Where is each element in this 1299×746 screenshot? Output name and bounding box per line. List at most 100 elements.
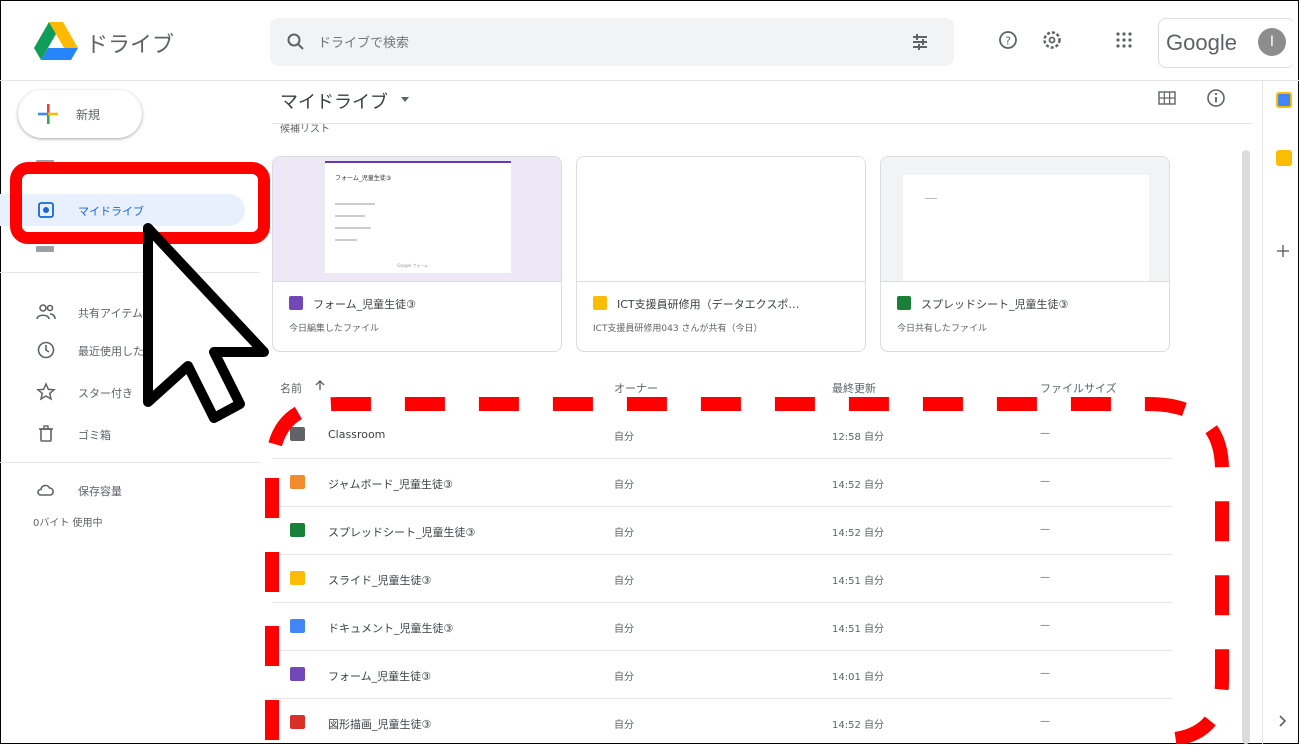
form-preview-line — [335, 203, 375, 205]
file-modified: 14:51 自分 — [832, 576, 884, 587]
file-modified: 12:58 自分 — [832, 432, 884, 443]
side-panel-divider — [1262, 80, 1263, 744]
avatar[interactable]: I — [1258, 28, 1286, 56]
sidebar-item-starred[interactable]: スター付き — [0, 376, 250, 408]
form-preview-line — [335, 215, 365, 217]
drawings-icon — [290, 715, 305, 729]
storage-usage: 0バイト 使用中 — [33, 518, 103, 529]
file-modified: 14:52 自分 — [832, 720, 884, 731]
search-icon[interactable] — [286, 32, 306, 52]
page-title[interactable]: マイドライブ — [280, 88, 388, 114]
card-subtitle: 今日共有したファイル — [897, 324, 988, 334]
card-title: フォーム_児童生徒③ — [313, 298, 417, 311]
help-icon[interactable]: ? — [998, 30, 1018, 50]
search-options-icon[interactable] — [910, 32, 930, 52]
sidebar-divider — [0, 272, 260, 273]
slides-icon — [593, 296, 607, 310]
file-name: フォーム_児童生徒③ — [328, 670, 432, 683]
suggested-card[interactable]: フォーム_児童生徒③ Google フォーム フォーム_児童生徒③ 今日編集した… — [272, 156, 562, 352]
table-row[interactable]: フォーム_児童生徒③ 自分 14:01 自分 — — [272, 650, 1172, 699]
add-addon-icon[interactable] — [1276, 244, 1290, 258]
sidebar-item-label: スター付き — [78, 387, 133, 400]
jamboard-icon — [290, 475, 305, 489]
folder-icon — [290, 427, 305, 441]
info-icon[interactable] — [1206, 88, 1226, 108]
sort-arrow-up-icon[interactable] — [314, 379, 326, 391]
grid-view-icon[interactable] — [1158, 90, 1176, 106]
sheet-preview: ―― — [903, 175, 1149, 281]
sidebar-item-trash[interactable]: ゴミ箱 — [0, 418, 250, 450]
file-size: — — [1040, 716, 1050, 727]
google-wordmark: Google — [1166, 30, 1237, 55]
forms-icon — [290, 667, 305, 681]
file-owner: 自分 — [614, 432, 634, 443]
file-modified: 14:52 自分 — [832, 480, 884, 491]
file-name: Classroom — [328, 428, 386, 441]
sidebar-item-recent[interactable]: 最近使用したアイテム — [0, 334, 250, 366]
card-thumbnail: ―― — [881, 157, 1169, 282]
chevron-down-icon[interactable] — [400, 96, 410, 104]
file-name: ドキュメント_児童生徒③ — [328, 622, 454, 635]
apps-grid-icon[interactable] — [1114, 30, 1134, 50]
card-thumbnail: フォーム_児童生徒③ Google フォーム — [273, 157, 561, 282]
column-header-modified[interactable]: 最終更新 — [832, 380, 876, 396]
search-bar[interactable] — [270, 18, 954, 66]
sidebar-item-storage[interactable]: 保存容量 — [0, 474, 250, 506]
suggested-card[interactable]: ―― スプレッドシート_児童生徒③ 今日共有したファイル — [880, 156, 1170, 352]
file-size: — — [1040, 524, 1050, 535]
new-button-label: 新規 — [76, 108, 101, 122]
card-title: スプレッドシート_児童生徒③ — [921, 298, 1069, 311]
table-row[interactable]: ジャムボード_児童生徒③ 自分 14:52 自分 — — [272, 458, 1172, 507]
scrollbar[interactable] — [1242, 150, 1250, 744]
column-header-owner[interactable]: オーナー — [614, 380, 658, 396]
file-name: スライド_児童生徒③ — [328, 574, 432, 587]
header-divider — [272, 123, 1252, 124]
sidebar-item-computers[interactable] — [0, 238, 250, 260]
table-row[interactable]: スライド_児童生徒③ 自分 14:51 自分 — — [272, 554, 1172, 603]
trash-icon — [39, 425, 53, 442]
table-row[interactable]: スプレッドシート_児童生徒③ 自分 14:52 自分 — — [272, 506, 1172, 555]
sheets-icon — [290, 523, 305, 537]
sidebar-item-label: ゴミ箱 — [78, 429, 111, 442]
new-button[interactable]: 新規 — [18, 90, 142, 138]
settings-icon[interactable] — [1042, 30, 1062, 50]
recent-icon — [37, 341, 55, 359]
file-owner: 自分 — [614, 528, 634, 539]
card-subtitle: ICT支援員研修用043 さんが共有（今日） — [593, 324, 763, 334]
table-row[interactable]: Classroom 自分 12:58 自分 — — [272, 410, 1172, 459]
card-subtitle: 今日編集したファイル — [289, 324, 380, 334]
drive-logo-icon[interactable] — [34, 22, 78, 60]
suggested-card[interactable]: ICT支援員研修用（データエクスポ… ICT支援員研修用043 さんが共有（今日… — [576, 156, 866, 352]
file-name: スプレッドシート_児童生徒③ — [328, 526, 476, 539]
form-preview: フォーム_児童生徒③ Google フォーム — [325, 161, 511, 273]
top-bar: ドライブ ? Google I — [0, 0, 1299, 81]
chevron-right-icon[interactable] — [1278, 714, 1288, 728]
sidebar-item-label: マイドライブ — [78, 205, 144, 218]
form-preview-line — [335, 239, 357, 241]
file-modified: 14:01 自分 — [832, 672, 884, 683]
sidebar-item-label: 最近使用したアイテム — [78, 345, 187, 358]
file-size: — — [1040, 572, 1050, 583]
sidebar-item-label: 共有アイテム — [78, 307, 143, 320]
priority-icon — [36, 160, 54, 166]
sidebar-item-shared[interactable]: 共有アイテム — [0, 296, 250, 328]
table-row[interactable]: 図形描画_児童生徒③ 自分 14:52 自分 — — [272, 698, 1172, 746]
svg-text:?: ? — [1005, 35, 1011, 48]
keep-icon[interactable] — [1276, 150, 1292, 166]
search-input[interactable] — [316, 30, 880, 56]
column-header-size[interactable]: ファイルサイズ — [1040, 380, 1117, 396]
file-owner: 自分 — [614, 576, 634, 587]
sheets-icon — [897, 296, 911, 310]
sidebar-item-my-drive[interactable]: マイドライブ — [0, 194, 245, 226]
form-preview-line — [335, 227, 371, 229]
file-modified: 14:52 自分 — [832, 528, 884, 539]
file-owner: 自分 — [614, 480, 634, 491]
app-title: ドライブ — [86, 33, 175, 58]
plus-icon — [38, 104, 58, 124]
sidebar-divider — [0, 462, 260, 463]
card-title: ICT支援員研修用（データエクスポ… — [617, 298, 800, 311]
sidebar-item-priority[interactable] — [0, 146, 250, 170]
calendar-icon[interactable] — [1276, 92, 1292, 108]
column-header-name[interactable]: 名前 — [280, 380, 302, 396]
table-row[interactable]: ドキュメント_児童生徒③ 自分 14:51 自分 — — [272, 602, 1172, 651]
